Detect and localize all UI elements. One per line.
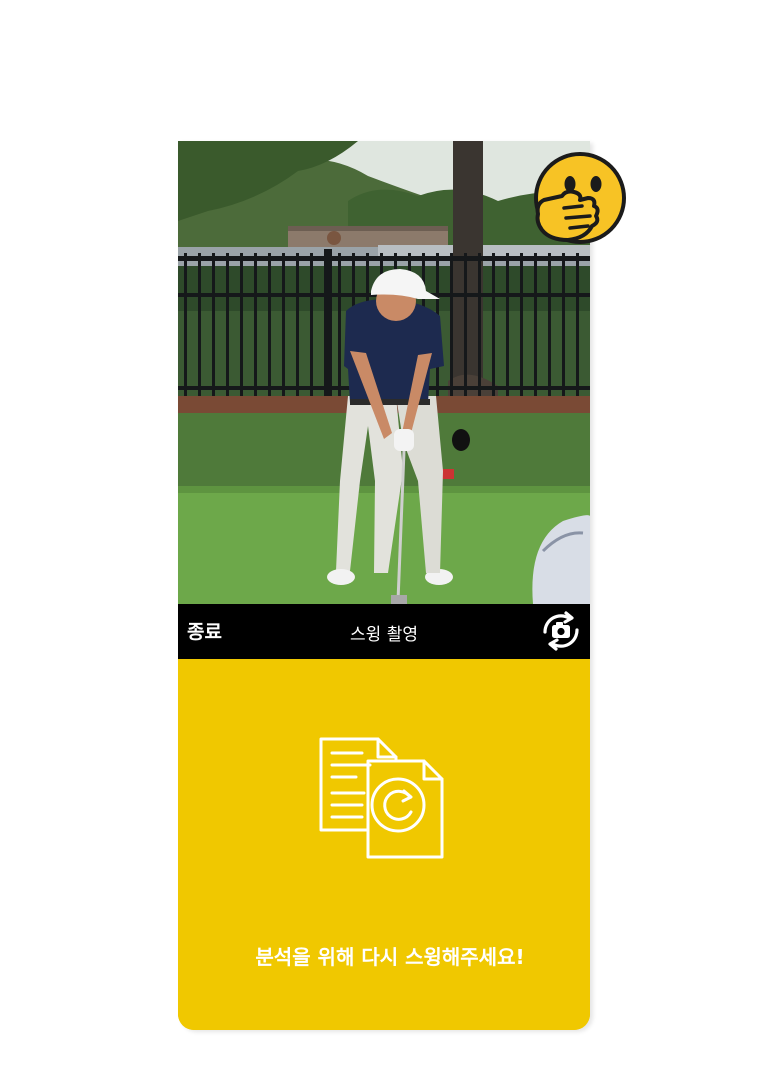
app-screen: 종료 스윙 촬영 분석을 위해 다시 스윙해주세요!: [178, 141, 590, 1030]
page-title: 스윙 촬영: [350, 625, 418, 645]
camera-header-bar: 종료 스윙 촬영: [178, 604, 590, 659]
camera-flip-icon: [543, 611, 579, 651]
golfer-video-frame: [178, 141, 590, 604]
retry-message: 분석을 위해 다시 스윙해주세요!: [255, 945, 525, 969]
camera-flip-button[interactable]: [539, 610, 583, 652]
camera-preview: [178, 141, 590, 604]
face-with-hand-over-mouth-icon: [534, 152, 626, 244]
retry-panel: 분석을 위해 다시 스윙해주세요!: [178, 659, 590, 1030]
document-refresh-icon: [319, 737, 444, 859]
